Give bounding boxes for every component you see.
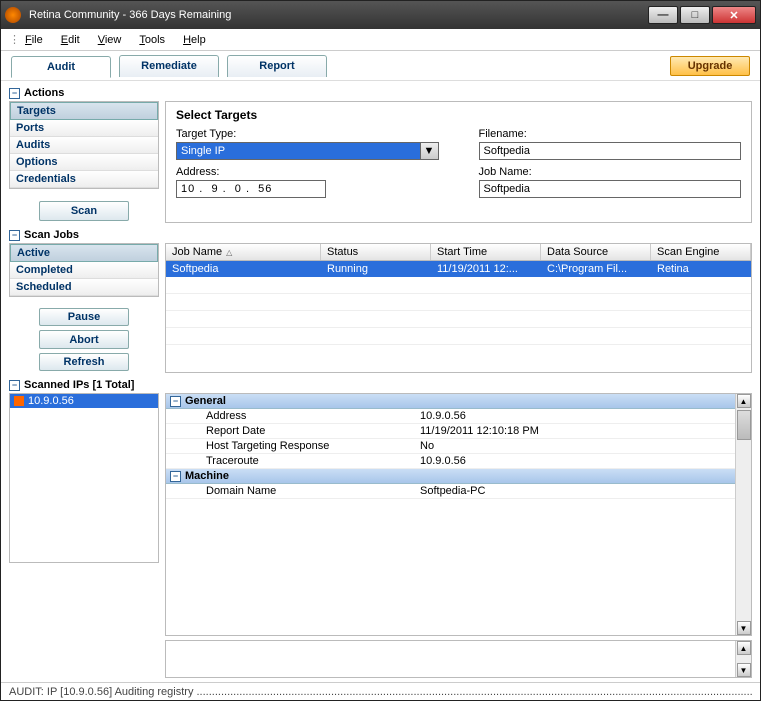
window-title: Retina Community - 366 Days Remaining: [25, 9, 648, 21]
jobs-nav: Active Completed Scheduled: [9, 243, 159, 297]
tab-remediate[interactable]: Remediate: [119, 55, 219, 77]
table-row: [166, 328, 751, 345]
jobname-input[interactable]: [479, 180, 742, 198]
col-src[interactable]: Data Source: [541, 244, 651, 260]
select-targets-heading: Select Targets: [176, 108, 741, 122]
scroll-down-icon[interactable]: ▼: [737, 663, 751, 677]
actions-nav: Targets Ports Audits Options Credentials: [9, 101, 159, 189]
group-general[interactable]: − General: [166, 394, 751, 409]
jobname-label: Job Name:: [479, 166, 742, 178]
status-text: AUDIT: IP [10.9.0.56] Auditing registry …: [9, 686, 752, 698]
menu-edit[interactable]: Edit: [53, 32, 88, 48]
prop-row: Host Targeting ResponseNo: [166, 439, 751, 454]
table-row: [166, 294, 751, 311]
menubar: ⋮ File Edit View Tools Help: [1, 29, 760, 51]
prop-row: Address10.9.0.56: [166, 409, 751, 424]
col-status[interactable]: Status: [321, 244, 431, 260]
ip-list[interactable]: 10.9.0.56: [9, 393, 159, 563]
menubar-grip[interactable]: ⋮: [9, 33, 15, 46]
pause-button[interactable]: Pause: [39, 308, 129, 326]
target-type-value: Single IP: [181, 145, 225, 157]
group-machine[interactable]: − Machine: [166, 469, 751, 484]
table-row: [166, 311, 751, 328]
filename-label: Filename:: [479, 128, 742, 140]
menu-help[interactable]: Help: [175, 32, 214, 48]
nav-completed[interactable]: Completed: [10, 262, 158, 279]
target-type-label: Target Type:: [176, 128, 439, 140]
collapse-scanjobs-icon[interactable]: −: [9, 230, 20, 241]
titlebar[interactable]: Retina Community - 366 Days Remaining — …: [1, 1, 760, 29]
app-icon: [5, 7, 21, 23]
menu-file[interactable]: File: [17, 32, 51, 48]
scroll-down-icon[interactable]: ▼: [737, 621, 751, 635]
menu-tools[interactable]: Tools: [131, 32, 173, 48]
close-button[interactable]: ✕: [712, 6, 756, 24]
output-panel: ▲ ▼: [165, 640, 752, 678]
scan-button[interactable]: Scan: [39, 201, 129, 221]
scannedips-heading: Scanned IPs [1 Total]: [24, 379, 134, 391]
scroll-thumb[interactable]: [737, 410, 751, 440]
col-start[interactable]: Start Time: [431, 244, 541, 260]
address-label: Address:: [176, 166, 439, 178]
scroll-up-icon[interactable]: ▲: [737, 641, 751, 655]
collapse-actions-icon[interactable]: −: [9, 88, 20, 99]
collapse-machine-icon[interactable]: −: [170, 471, 181, 482]
abort-button[interactable]: Abort: [39, 330, 129, 348]
status-icon: [14, 396, 24, 406]
sort-asc-icon: △: [226, 248, 232, 257]
tab-report[interactable]: Report: [227, 55, 327, 77]
jobs-table[interactable]: Job Name△ Status Start Time Data Source …: [165, 243, 752, 373]
table-row[interactable]: Softpedia Running 11/19/2011 12:... C:\P…: [166, 261, 751, 277]
nav-active[interactable]: Active: [10, 244, 158, 262]
scrollbar[interactable]: ▲ ▼: [735, 641, 751, 677]
maximize-button[interactable]: □: [680, 6, 710, 24]
chevron-down-icon[interactable]: ▼: [420, 143, 438, 159]
collapse-general-icon[interactable]: −: [170, 396, 181, 407]
upgrade-button[interactable]: Upgrade: [670, 56, 750, 76]
property-grid[interactable]: − General Address10.9.0.56 Report Date11…: [165, 393, 752, 636]
scanjobs-heading: Scan Jobs: [24, 229, 79, 241]
tab-audit[interactable]: Audit: [11, 56, 111, 78]
minimize-button[interactable]: —: [648, 6, 678, 24]
menu-view[interactable]: View: [90, 32, 130, 48]
prop-row: Report Date11/19/2011 12:10:18 PM: [166, 424, 751, 439]
ip-label: 10.9.0.56: [28, 395, 74, 407]
nav-options[interactable]: Options: [10, 154, 158, 171]
col-eng[interactable]: Scan Engine: [651, 244, 751, 260]
list-item[interactable]: 10.9.0.56: [10, 394, 158, 408]
nav-audits[interactable]: Audits: [10, 137, 158, 154]
nav-ports[interactable]: Ports: [10, 120, 158, 137]
prop-row: Traceroute10.9.0.56: [166, 454, 751, 469]
actions-heading: Actions: [24, 87, 64, 99]
targets-panel: Select Targets Target Type: Single IP ▼ …: [165, 101, 752, 223]
scroll-up-icon[interactable]: ▲: [737, 394, 751, 408]
filename-input[interactable]: [479, 142, 742, 160]
prop-row: Domain NameSoftpedia-PC: [166, 484, 751, 499]
nav-targets[interactable]: Targets: [10, 102, 158, 120]
col-jobname[interactable]: Job Name△: [166, 244, 321, 260]
address-input[interactable]: [176, 180, 326, 198]
nav-credentials[interactable]: Credentials: [10, 171, 158, 188]
refresh-button[interactable]: Refresh: [39, 353, 129, 371]
scrollbar[interactable]: ▲ ▼: [735, 394, 751, 635]
statusbar: AUDIT: IP [10.9.0.56] Auditing registry …: [1, 682, 760, 700]
collapse-scannedips-icon[interactable]: −: [9, 380, 20, 391]
target-type-select[interactable]: Single IP ▼: [176, 142, 439, 160]
table-row: [166, 277, 751, 294]
nav-scheduled[interactable]: Scheduled: [10, 279, 158, 296]
